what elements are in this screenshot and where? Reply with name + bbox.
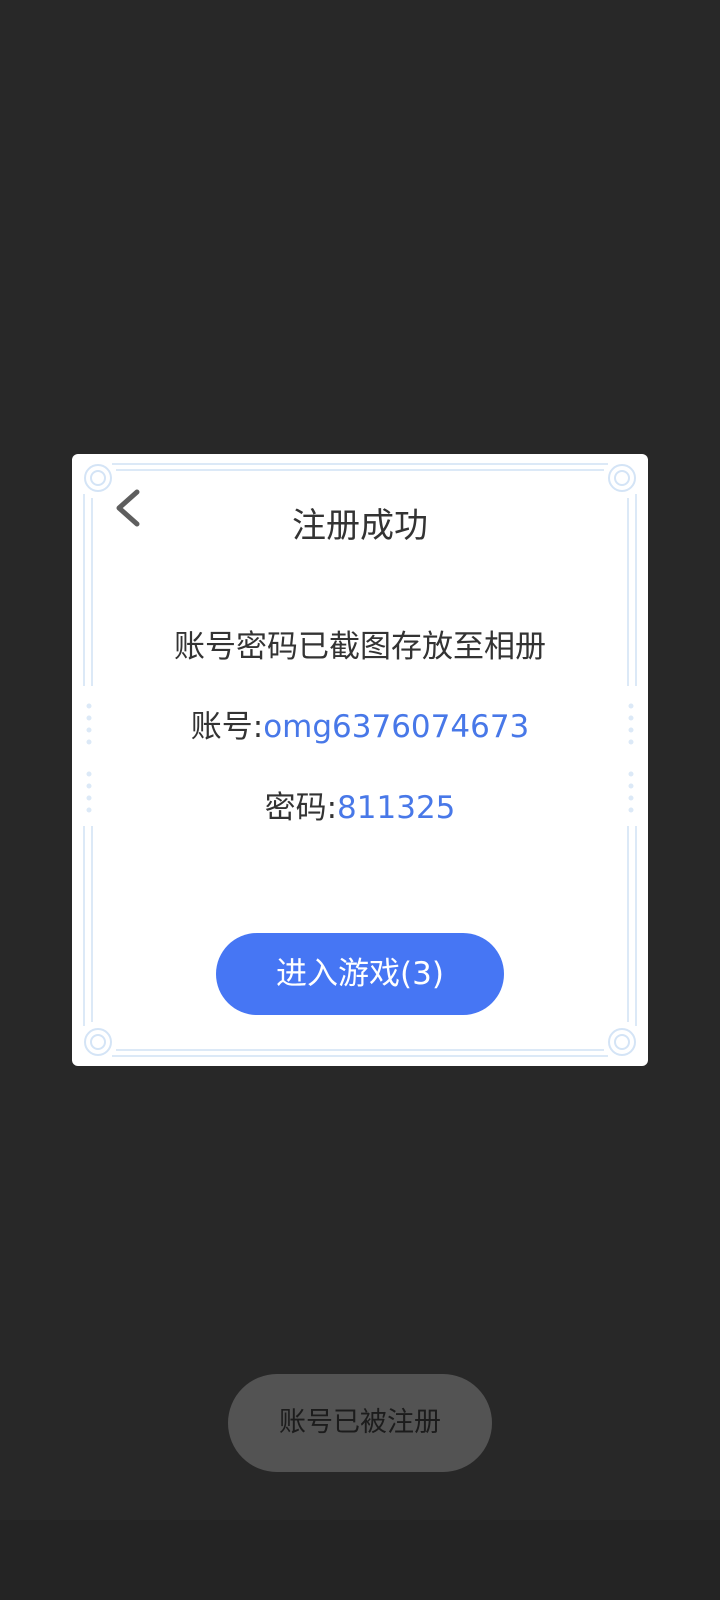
account-line: 账号:omg6376074673 <box>72 706 648 748</box>
account-label: 账号: <box>190 709 264 745</box>
account-value: omg6376074673 <box>263 709 530 745</box>
password-value: 811325 <box>337 790 456 826</box>
bottom-navigation-bar <box>0 1520 720 1600</box>
register-success-dialog: 注册成功 账号密码已截图存放至相册 账号:omg6376074673 密码:81… <box>72 454 648 1066</box>
password-line: 密码:811325 <box>72 787 648 829</box>
password-label: 密码: <box>264 790 338 826</box>
dialog-title: 注册成功 <box>292 506 428 546</box>
screenshot-saved-message: 账号密码已截图存放至相册 <box>174 629 546 665</box>
enter-game-button[interactable]: 进入游戏(3) <box>216 933 504 1015</box>
toast-message: 账号已被注册 <box>228 1374 492 1472</box>
